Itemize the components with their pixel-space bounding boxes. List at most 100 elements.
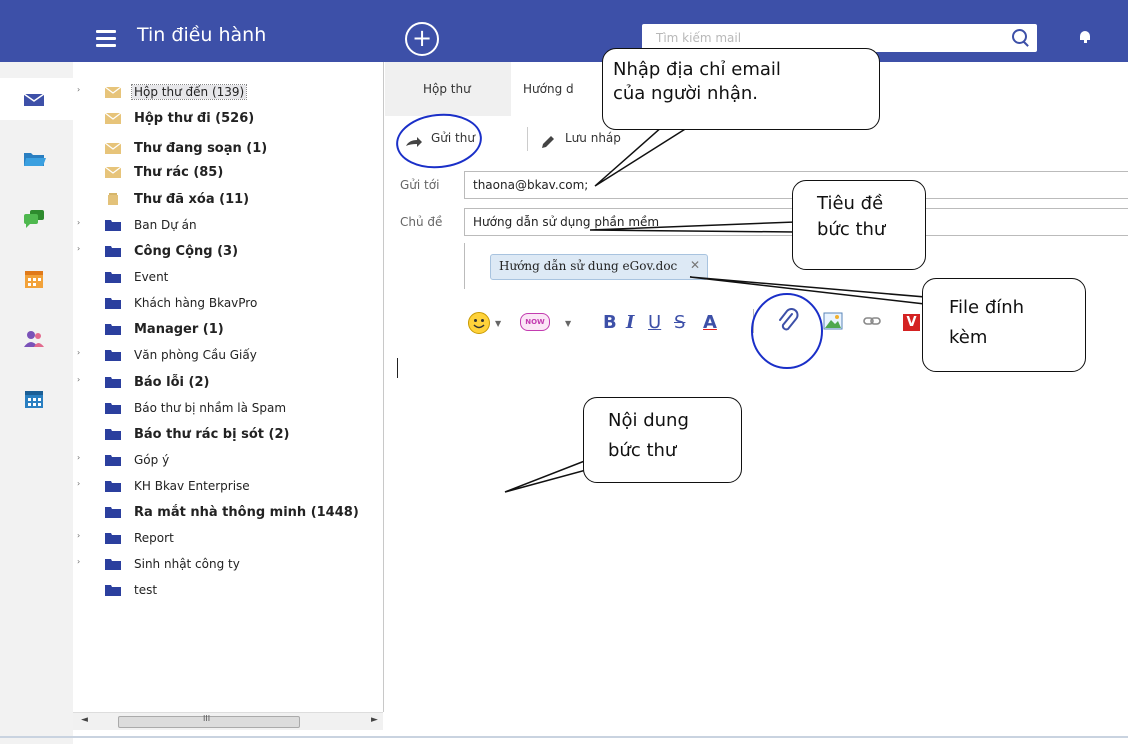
folder-label: Văn phòng Cầu Giấy <box>134 348 257 362</box>
hamburger-menu-icon[interactable] <box>96 30 116 48</box>
folder-item[interactable]: › Công Cộng (3) <box>73 241 383 263</box>
callout-attachment-line1: File đính <box>949 297 1025 318</box>
search-placeholder: Tìm kiếm mail <box>656 31 742 45</box>
folder-item[interactable]: › Góp ý <box>73 450 383 472</box>
pane-divider[interactable] <box>383 62 384 712</box>
rail-chat[interactable] <box>0 198 73 240</box>
folder-item[interactable]: Thư rác (85) <box>73 162 383 184</box>
folder-item[interactable]: › KH Bkav Enterprise <box>73 476 383 498</box>
folder-label: Hộp thư đi (526) <box>134 111 255 126</box>
subject-value: Hướng dẫn sử dụng phần mềm <box>473 215 660 229</box>
bold-button[interactable]: B <box>603 312 617 333</box>
folder-label: Báo thư rác bị sót (2) <box>134 427 290 442</box>
tasks-icon <box>25 391 43 408</box>
send-arrow-icon <box>406 137 422 147</box>
expand-arrow-icon[interactable]: › <box>77 453 80 462</box>
strikethrough-button[interactable]: S <box>674 312 685 333</box>
send-button[interactable]: Gửi thư <box>431 131 475 145</box>
rail-mail[interactable] <box>0 78 73 120</box>
save-draft-button[interactable]: Lưu nháp <box>565 131 621 145</box>
folder-label: Manager (1) <box>134 322 224 337</box>
callout-subject-line1: Tiêu đề <box>817 193 884 214</box>
expand-arrow-icon[interactable]: › <box>77 557 80 566</box>
folder-item[interactable]: Thư đang soạn (1) <box>73 138 383 160</box>
insert-link-icon[interactable] <box>863 315 881 327</box>
sticker-dropdown-icon[interactable]: ▼ <box>565 319 571 328</box>
app-title: Tin điều hành <box>137 24 267 46</box>
folder-item[interactable]: Thư đã xóa (11) <box>73 189 383 211</box>
search-icon[interactable] <box>1012 29 1027 44</box>
rail-contacts[interactable] <box>0 318 73 360</box>
folder-icon <box>24 153 46 166</box>
folder-label: Thư đã xóa (11) <box>134 192 250 207</box>
folder-label: Thư đang soạn (1) <box>134 141 268 156</box>
inbox-icon <box>105 86 121 98</box>
folder-icon <box>105 350 121 361</box>
folder-label: Ra mắt nhà thông minh (1448) <box>134 505 359 520</box>
spam-icon <box>105 166 121 178</box>
attachment-chip[interactable]: Hướng dẫn sử dung eGov.doc ✕ <box>490 254 708 280</box>
expand-arrow-icon[interactable]: › <box>77 479 80 488</box>
folder-item[interactable]: › Văn phòng Cầu Giấy <box>73 345 383 367</box>
folder-label: Báo lỗi (2) <box>134 375 210 390</box>
expand-arrow-icon[interactable]: › <box>77 348 80 357</box>
underline-button[interactable]: U <box>648 312 661 333</box>
folder-icon <box>105 585 121 596</box>
folder-item[interactable]: Báo thư bị nhầm là Spam <box>73 398 383 420</box>
notification-bell-icon[interactable] <box>1077 28 1093 44</box>
folder-label: KH Bkav Enterprise <box>134 479 250 493</box>
folder-item[interactable]: › Report <box>73 528 383 550</box>
expand-arrow-icon[interactable]: › <box>77 85 80 94</box>
folder-icon <box>105 507 121 518</box>
text-caret <box>397 358 398 378</box>
callout-body: Nội dung bức thư <box>583 397 742 483</box>
emoji-icon[interactable] <box>467 311 491 335</box>
scroll-left-icon[interactable]: ◄ <box>81 715 88 725</box>
rail-tasks[interactable] <box>0 378 73 420</box>
folder-icon <box>105 298 121 309</box>
folder-item[interactable]: › Ban Dự án <box>73 215 383 237</box>
insert-image-icon[interactable] <box>823 312 843 330</box>
expand-arrow-icon[interactable]: › <box>77 375 80 384</box>
folder-icon <box>105 455 121 466</box>
folder-item[interactable]: › Hộp thư đến (139) <box>73 82 383 104</box>
folder-item[interactable]: Hộp thư đi (526) <box>73 108 383 130</box>
callout-recipient-line1: Nhập địa chỉ email <box>613 59 781 80</box>
folder-item[interactable]: Event <box>73 267 383 289</box>
folder-label: Hộp thư đến (139) <box>130 84 248 100</box>
folder-item[interactable]: test <box>73 580 383 602</box>
expand-arrow-icon[interactable]: › <box>77 218 80 227</box>
remove-attachment-icon[interactable]: ✕ <box>690 258 700 272</box>
tab-inbox[interactable]: Hộp thư <box>385 62 510 116</box>
expand-arrow-icon[interactable]: › <box>77 244 80 253</box>
sticker-now-icon[interactable]: NOW <box>520 313 550 331</box>
expand-arrow-icon[interactable]: › <box>77 531 80 540</box>
compose-button[interactable]: + <box>405 22 439 56</box>
folder-icon <box>105 377 121 388</box>
rail-folders[interactable] <box>0 138 73 180</box>
callout-subject-line2: bức thư <box>817 219 886 240</box>
folder-item[interactable]: › Sinh nhật công ty <box>73 554 383 576</box>
folder-item[interactable]: Ra mắt nhà thông minh (1448) <box>73 502 383 524</box>
rail-calendar[interactable] <box>0 258 73 300</box>
insert-video-icon[interactable]: V <box>903 314 920 331</box>
folder-icon <box>105 533 121 544</box>
scrollbar-thumb[interactable]: III <box>118 714 300 728</box>
scroll-right-icon[interactable]: ► <box>371 715 378 725</box>
folder-label: Góp ý <box>134 453 170 467</box>
horizontal-scrollbar[interactable]: ◄ III ► <box>73 712 383 730</box>
attach-paperclip-icon[interactable] <box>777 308 799 334</box>
folder-icon <box>105 403 121 414</box>
folder-item[interactable]: Báo thư rác bị sót (2) <box>73 424 383 446</box>
folder-item[interactable]: › Báo lỗi (2) <box>73 372 383 394</box>
chat-icon <box>24 210 44 228</box>
message-body-editor[interactable] <box>385 343 1128 713</box>
folder-item[interactable]: Khách hàng BkavPro <box>73 293 383 315</box>
text-color-button[interactable]: A <box>703 312 717 333</box>
emoji-dropdown-icon[interactable]: ▼ <box>495 319 501 328</box>
folder-item[interactable]: Manager (1) <box>73 319 383 341</box>
folder-label: Report <box>134 531 174 545</box>
callout-recipient-line2: của người nhận. <box>613 83 759 104</box>
callout-body-line1: Nội dung <box>608 410 689 431</box>
italic-button[interactable]: I <box>626 312 634 333</box>
